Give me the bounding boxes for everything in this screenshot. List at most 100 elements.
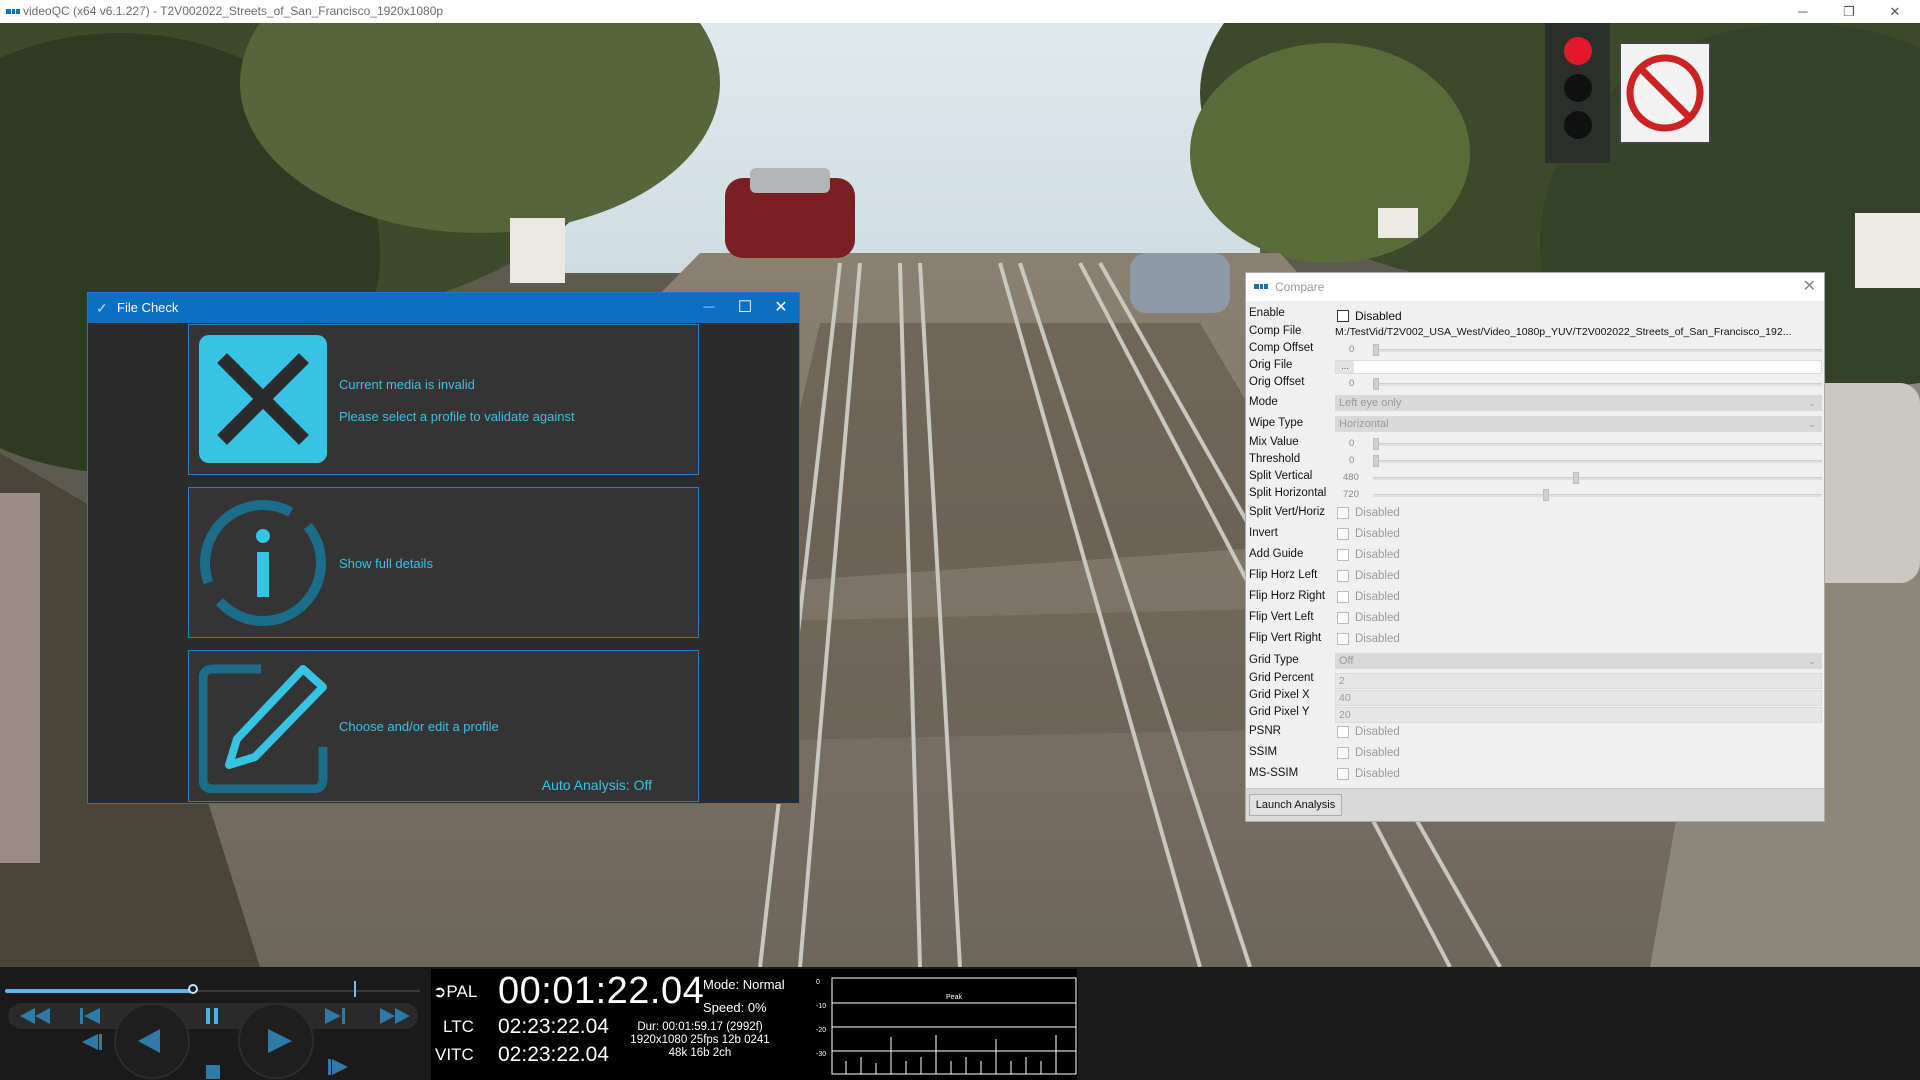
enable-checkbox[interactable]: Disabled xyxy=(1335,308,1822,323)
show-details-link[interactable]: Show full details xyxy=(339,556,433,571)
invalid-media-panel[interactable]: Current media is invalid Please select a… xyxy=(188,324,699,475)
grid-percent-input[interactable]: 2 xyxy=(1335,673,1822,689)
orig-file-label: Orig File xyxy=(1249,359,1293,371)
orig-offset-label: Orig Offset xyxy=(1249,376,1305,388)
grid-pixel-y-label: Grid Pixel Y xyxy=(1249,706,1310,718)
file-check-maximize-button[interactable]: ☐ xyxy=(727,293,763,323)
comp-file-path[interactable]: M:/TestVid/T2V002_USA_West/Video_1080p_Y… xyxy=(1335,326,1822,338)
threshold-value: 0 xyxy=(1349,455,1355,466)
flip-horz-right-checkbox[interactable]: Disabled xyxy=(1335,591,1822,603)
psnr-checkbox[interactable]: Disabled xyxy=(1335,726,1822,738)
restore-button[interactable]: ❐ xyxy=(1826,0,1872,23)
grid-type-label: Grid Type xyxy=(1249,654,1299,666)
wipe-type-label: Wipe Type xyxy=(1249,417,1304,429)
arrow-circle-icon: ➲ xyxy=(433,984,447,1001)
grid-type-value: Off xyxy=(1339,655,1354,667)
grid-type-select[interactable]: Off ⌄ xyxy=(1335,653,1822,669)
ms-ssim-state: Disabled xyxy=(1355,768,1400,780)
ssim-checkbox[interactable]: Disabled xyxy=(1335,747,1822,759)
mode-value: Left eye only xyxy=(1339,397,1402,409)
standard-label: PAL xyxy=(446,982,478,1001)
transport-controls xyxy=(8,1003,418,1079)
chevron-down-icon: ⌄ xyxy=(1808,419,1816,429)
flip-vert-left-checkbox[interactable]: Disabled xyxy=(1335,612,1822,624)
flip-vert-right-state: Disabled xyxy=(1355,633,1400,645)
vitc-timecode: 02:23:22.04 xyxy=(498,1043,609,1066)
info-icon xyxy=(200,500,326,626)
grid-pixel-x-input[interactable]: 40 xyxy=(1335,690,1822,706)
grid-pixel-y-input[interactable]: 20 xyxy=(1335,707,1822,723)
browse-button[interactable]: ... xyxy=(1336,361,1354,373)
close-button[interactable]: ✕ xyxy=(1872,0,1918,23)
psnr-label: PSNR xyxy=(1249,725,1281,737)
vitc-label: VITC xyxy=(435,1045,474,1064)
compare-close-button[interactable]: ✕ xyxy=(1803,273,1816,301)
file-check-title: File Check xyxy=(117,300,179,315)
volume-handle[interactable] xyxy=(354,981,356,997)
step-forward-icon[interactable] xyxy=(328,1059,348,1075)
threshold-label: Threshold xyxy=(1249,453,1301,465)
main-timecode: 00:01:22.04 xyxy=(498,970,705,1012)
split-vert-horiz-label: Split Vert/Horiz xyxy=(1249,506,1326,518)
meter-scale-10: -10 xyxy=(816,1003,826,1010)
meter-scale-0: 0 xyxy=(816,979,820,986)
flip-horz-left-checkbox[interactable]: Disabled xyxy=(1335,570,1822,582)
flip-horz-right-state: Disabled xyxy=(1355,591,1400,603)
comp-offset-slider[interactable]: 0 xyxy=(1335,343,1822,357)
orig-file-field: ... xyxy=(1335,360,1822,374)
split-horizontal-value: 720 xyxy=(1343,489,1359,500)
playback-speed: Speed: 0% xyxy=(703,1000,767,1015)
split-vertical-slider[interactable]: 480 xyxy=(1335,471,1822,485)
scrub-bar-progress[interactable] xyxy=(5,989,195,993)
compare-titlebar[interactable]: Compare ✕ xyxy=(1246,273,1824,301)
scrub-handle[interactable] xyxy=(188,984,198,994)
enable-state: Disabled xyxy=(1355,308,1402,323)
invert-label: Invert xyxy=(1249,527,1278,539)
auto-analysis-status[interactable]: Auto Analysis: Off xyxy=(542,777,652,793)
file-check-close-button[interactable]: ✕ xyxy=(763,293,799,323)
edit-profile-link[interactable]: Choose and/or edit a profile xyxy=(339,719,499,734)
standard-indicator[interactable]: ➲PAL xyxy=(433,982,477,1002)
ms-ssim-checkbox[interactable]: Disabled xyxy=(1335,768,1822,780)
grid-percent-label: Grid Percent xyxy=(1249,672,1314,684)
invert-checkbox[interactable]: Disabled xyxy=(1335,528,1822,540)
step-back-icon[interactable] xyxy=(82,1034,102,1050)
file-check-minimize-button[interactable]: ─ xyxy=(691,293,727,323)
ltc-timecode: 02:23:22.04 xyxy=(498,1015,609,1038)
file-check-titlebar[interactable]: ✓ File Check ─ ☐ ✕ xyxy=(88,293,799,323)
main-titlebar: videoQC (x64 v6.1.227) - T2V002022_Stree… xyxy=(0,0,1920,23)
flip-vert-right-checkbox[interactable]: Disabled xyxy=(1335,633,1822,645)
compare-title: Compare xyxy=(1275,280,1325,294)
launch-analysis-button[interactable]: Launch Analysis xyxy=(1249,794,1342,816)
psnr-state: Disabled xyxy=(1355,726,1400,738)
enable-label: Enable xyxy=(1249,307,1285,319)
scrub-bar-track[interactable] xyxy=(195,990,420,992)
threshold-slider[interactable]: 0 xyxy=(1335,454,1822,468)
flip-vert-left-label: Flip Vert Left xyxy=(1249,611,1314,623)
add-guide-label: Add Guide xyxy=(1249,548,1304,560)
mix-value-slider[interactable]: 0 xyxy=(1335,437,1822,451)
meter-scale-30: -30 xyxy=(816,1051,826,1058)
split-vert-horiz-checkbox[interactable]: Disabled xyxy=(1335,507,1822,519)
add-guide-state: Disabled xyxy=(1355,549,1400,561)
full-details-panel[interactable]: Show full details xyxy=(188,487,699,638)
meter-scale-20: -20 xyxy=(816,1027,826,1034)
stop-icon[interactable] xyxy=(206,1065,220,1079)
edit-pencil-icon xyxy=(199,664,328,793)
split-vertical-value: 480 xyxy=(1343,472,1359,483)
add-guide-checkbox[interactable]: Disabled xyxy=(1335,549,1822,561)
wipe-type-select[interactable]: Horizontal ⌄ xyxy=(1335,416,1822,432)
edit-profile-panel[interactable]: Choose and/or edit a profile Auto Analys… xyxy=(188,650,699,802)
playback-mode: Mode: Normal xyxy=(703,977,785,992)
split-vertical-label: Split Vertical xyxy=(1249,470,1313,482)
flip-horz-left-state: Disabled xyxy=(1355,570,1400,582)
chevron-down-icon: ⌄ xyxy=(1808,398,1816,408)
mode-select[interactable]: Left eye only ⌄ xyxy=(1335,395,1822,411)
mix-value-label: Mix Value xyxy=(1249,436,1299,448)
minimize-button[interactable]: ─ xyxy=(1780,0,1826,23)
window-title: videoQC (x64 v6.1.227) - T2V002022_Stree… xyxy=(23,4,444,18)
split-horizontal-slider[interactable]: 720 xyxy=(1335,488,1822,502)
split-horizontal-label: Split Horizontal xyxy=(1249,487,1327,499)
orig-offset-slider[interactable]: 0 xyxy=(1335,377,1822,391)
mode-label: Mode xyxy=(1249,396,1278,408)
